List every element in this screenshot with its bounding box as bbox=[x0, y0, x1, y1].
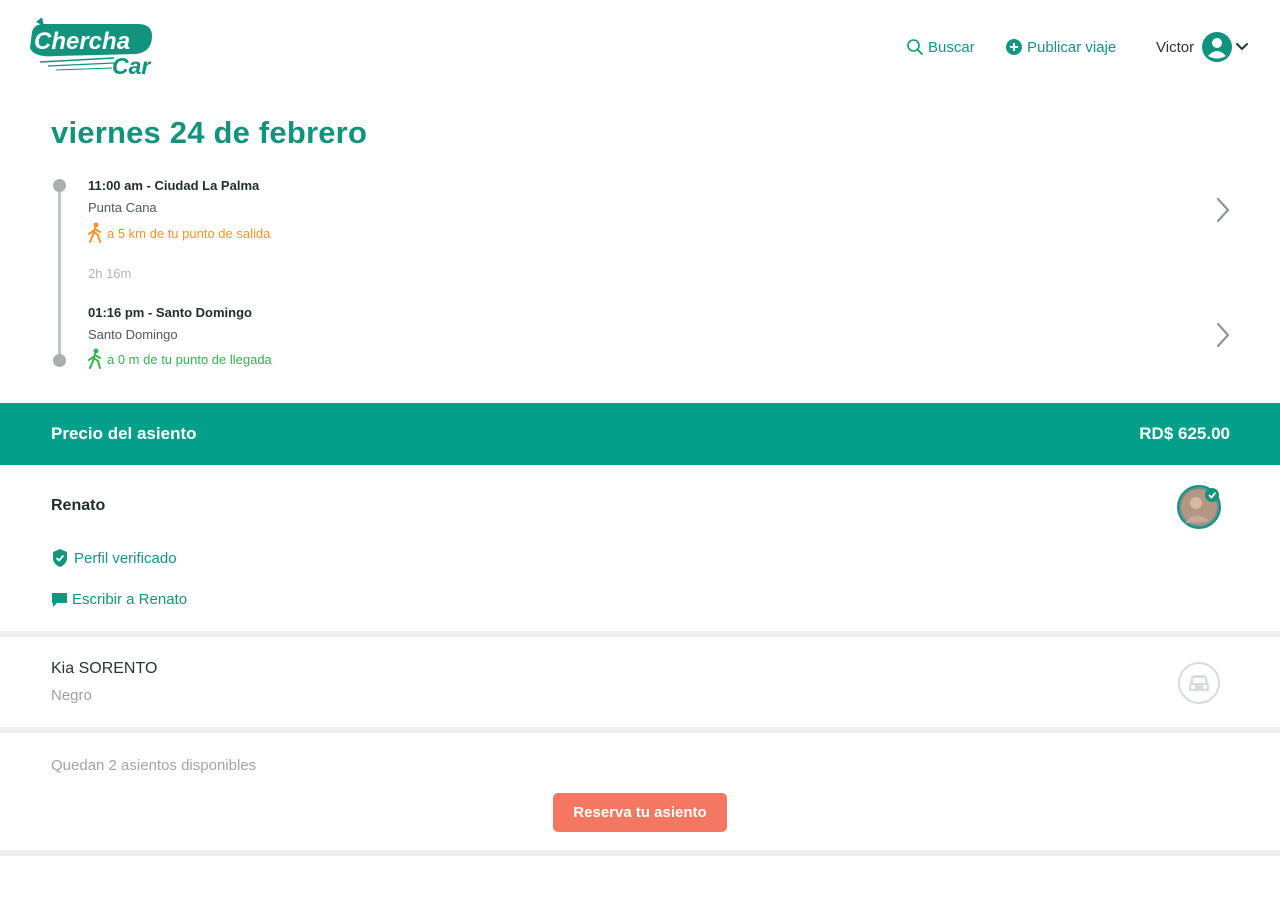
shield-check-icon bbox=[53, 549, 67, 567]
timeline-dot-departure bbox=[53, 179, 66, 192]
trip-duration: 2h 16m bbox=[88, 266, 132, 281]
seat-price-label: Precio del asiento bbox=[51, 424, 197, 443]
departure-distance: a 5 km de tu punto de salida bbox=[87, 222, 270, 244]
departure-distance-text: a 5 km de tu punto de salida bbox=[107, 225, 271, 241]
message-driver-link[interactable]: Escribir a Renato bbox=[51, 591, 187, 608]
vehicle-color: Negro bbox=[51, 687, 92, 704]
driver-avatar[interactable] bbox=[1177, 485, 1221, 529]
section-divider bbox=[0, 850, 1280, 856]
driver-photo bbox=[1177, 485, 1221, 529]
arrival-time-city: 01:16 pm - Santo Domingo bbox=[88, 305, 252, 320]
message-driver-label: Escribir a Renato bbox=[72, 591, 188, 608]
user-name: Victor bbox=[1156, 38, 1195, 56]
plus-circle-icon bbox=[1006, 39, 1022, 55]
user-avatar-icon bbox=[1202, 32, 1233, 62]
walking-person-icon bbox=[88, 348, 101, 369]
timeline-dot-arrival bbox=[53, 354, 66, 367]
section-divider bbox=[0, 631, 1280, 637]
car-icon bbox=[1177, 661, 1221, 705]
trip-date-title: viernes 24 de febrero bbox=[51, 115, 368, 150]
reserve-seat-button[interactable]: Reserva tu asiento bbox=[553, 793, 727, 832]
nav-search-label: Buscar bbox=[928, 38, 975, 56]
chevron-right-icon bbox=[1216, 197, 1230, 223]
section-divider bbox=[0, 727, 1280, 733]
profile-verified-label: Perfil verificado bbox=[74, 549, 177, 567]
chevron-down-icon bbox=[1236, 43, 1249, 51]
driver-name: Renato bbox=[51, 497, 106, 514]
departure-place: Punta Cana bbox=[88, 200, 157, 215]
seats-available-text: Quedan 2 asientos disponibles bbox=[51, 757, 257, 774]
chevron-right-icon bbox=[1216, 322, 1230, 348]
logo-text-primary: Chercha bbox=[34, 28, 130, 55]
vehicle-model: Kia SORENTO bbox=[51, 660, 158, 677]
seat-price-value: RD$ 625.00 bbox=[1139, 424, 1230, 443]
nav-search-link[interactable]: Buscar bbox=[906, 36, 975, 58]
nav-publish-trip-link[interactable]: Publicar viaje bbox=[1005, 36, 1116, 58]
arrival-place: Santo Domingo bbox=[88, 327, 178, 342]
departure-detail-chevron[interactable] bbox=[1212, 195, 1234, 225]
walking-person-icon bbox=[88, 222, 101, 243]
profile-verified: Perfil verificado bbox=[51, 548, 177, 568]
user-menu[interactable]: Victor bbox=[1156, 32, 1249, 62]
logo-text-secondary: Car bbox=[112, 53, 151, 79]
arrival-distance-text: a 0 m de tu punto de llegada bbox=[107, 351, 272, 367]
logo-graphic: Chercha Car bbox=[30, 17, 152, 79]
chercha-car-logo[interactable]: Chercha Car bbox=[26, 17, 160, 80]
nav-publish-label: Publicar viaje bbox=[1027, 38, 1117, 56]
search-icon bbox=[907, 39, 923, 55]
chat-bubble-icon bbox=[52, 592, 67, 607]
arrival-distance: a 0 m de tu punto de llegada bbox=[87, 348, 272, 370]
arrival-detail-chevron[interactable] bbox=[1212, 320, 1234, 350]
timeline-line bbox=[58, 186, 61, 360]
departure-time-city: 11:00 am - Ciudad La Palma bbox=[88, 178, 260, 193]
